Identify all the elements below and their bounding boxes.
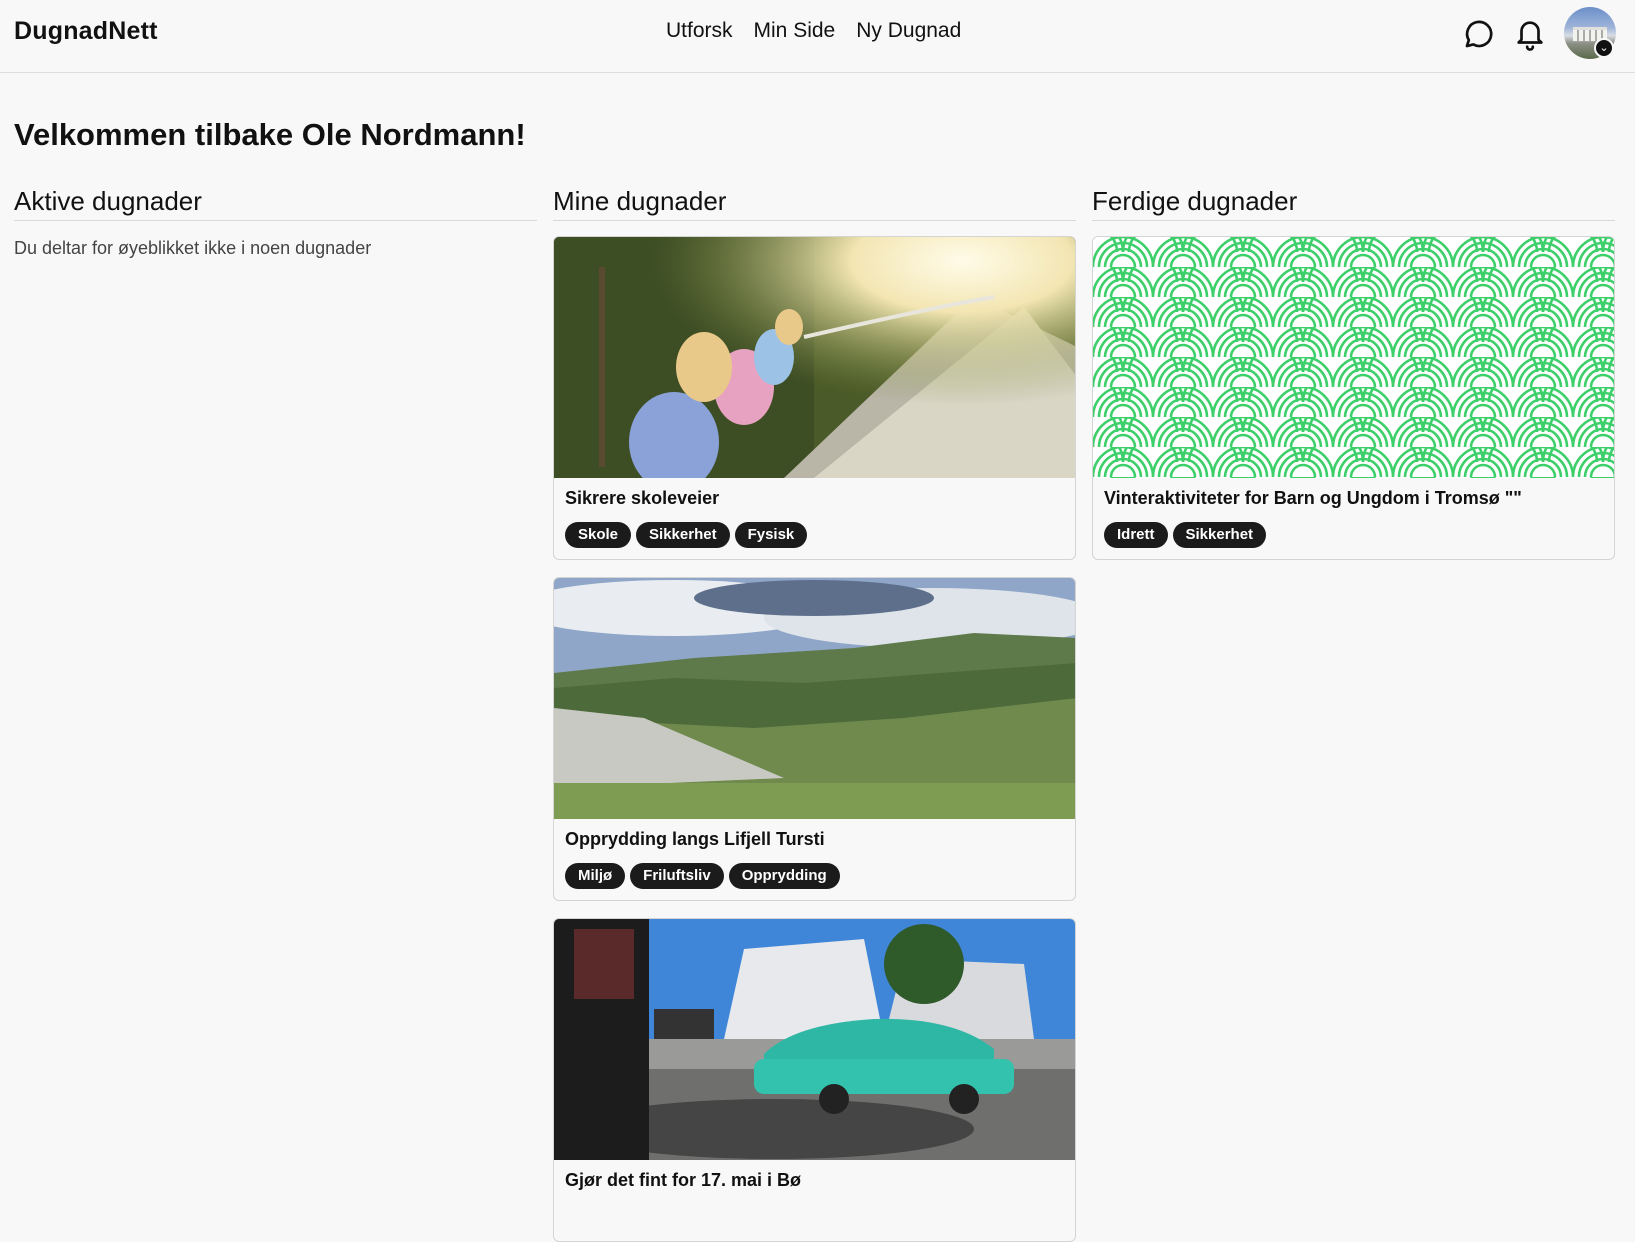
tag[interactable]: Idrett xyxy=(1104,522,1168,548)
dugnad-card[interactable]: Opprydding langs Lifjell Tursti Miljø Fr… xyxy=(553,577,1076,901)
card-image xyxy=(1093,237,1614,478)
top-navbar: DugnadNett Utforsk Min Side Ny Dugnad ⌄ xyxy=(0,0,1635,73)
chat-icon[interactable] xyxy=(1462,17,1496,51)
tag-list: Idrett Sikkerhet xyxy=(1104,522,1267,548)
nav-utforsk[interactable]: Utforsk xyxy=(666,19,733,43)
nav-min-side[interactable]: Min Side xyxy=(754,19,836,43)
card-title: Vinteraktiviteter for Barn og Ungdom i T… xyxy=(1104,488,1522,508)
column-title: Ferdige dugnader xyxy=(1092,186,1615,221)
card-image xyxy=(554,237,1075,478)
dugnad-card[interactable]: Sikrere skoleveier Skole Sikkerhet Fysis… xyxy=(553,236,1076,560)
main-nav: Utforsk Min Side Ny Dugnad xyxy=(666,19,961,43)
mine-dugnader-column: Mine dugnader xyxy=(553,186,1076,221)
bell-icon[interactable] xyxy=(1513,17,1547,51)
chevron-down-icon[interactable]: ⌄ xyxy=(1594,38,1614,58)
card-image xyxy=(554,578,1075,819)
dugnad-card[interactable]: Gjør det fint for 17. mai i Bø xyxy=(553,918,1076,1242)
nav-ny-dugnad[interactable]: Ny Dugnad xyxy=(856,19,961,43)
tag[interactable]: Fysisk xyxy=(734,522,808,548)
card-image xyxy=(554,919,1075,1160)
tag[interactable]: Miljø xyxy=(565,863,626,889)
tag[interactable]: Friluftsliv xyxy=(630,863,724,889)
card-title: Gjør det fint for 17. mai i Bø xyxy=(565,1170,802,1190)
dugnad-card[interactable]: Vinteraktiviteter for Barn og Ungdom i T… xyxy=(1092,236,1615,560)
card-title: Opprydding langs Lifjell Tursti xyxy=(565,829,825,849)
column-title: Mine dugnader xyxy=(553,186,1076,221)
active-dugnader-column: Aktive dugnader Du deltar for øyeblikket… xyxy=(14,186,537,259)
tag[interactable]: Sikkerhet xyxy=(1172,522,1267,548)
tag[interactable]: Opprydding xyxy=(728,863,840,889)
welcome-heading: Velkommen tilbake Ole Nordmann! xyxy=(14,117,526,152)
app-logo[interactable]: DugnadNett xyxy=(14,17,158,46)
ferdige-dugnader-column: Ferdige dugnader xyxy=(1092,186,1615,221)
tag[interactable]: Skole xyxy=(565,522,632,548)
column-title: Aktive dugnader xyxy=(14,186,537,221)
tag[interactable]: Sikkerhet xyxy=(636,522,730,548)
tag-list: Skole Sikkerhet Fysisk xyxy=(565,522,808,548)
tag-list: Miljø Friluftsliv Opprydding xyxy=(565,863,840,889)
empty-message: Du deltar for øyeblikket ikke i noen dug… xyxy=(14,238,372,258)
card-title: Sikrere skoleveier xyxy=(565,488,720,508)
